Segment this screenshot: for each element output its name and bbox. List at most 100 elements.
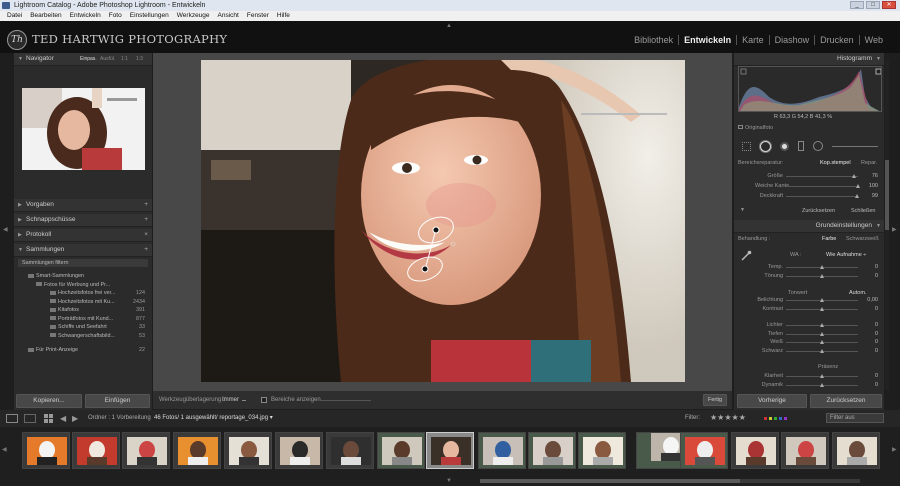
module-entwickeln[interactable]: Entwickeln <box>678 35 736 45</box>
list-item[interactable]: Für Print-Anzeige 22 <box>14 346 150 354</box>
filmstrip-thumbnail[interactable] <box>832 432 880 469</box>
rating-filter[interactable]: ★★★★★ <box>710 409 746 428</box>
maximize-button[interactable]: □ <box>866 1 880 9</box>
module-diashow[interactable]: Diashow <box>768 35 815 45</box>
filter-select[interactable]: Filter aus <box>826 413 884 423</box>
clear-history-icon[interactable]: × <box>144 229 148 241</box>
right-panel-toggle-icon[interactable]: ▶ <box>892 226 897 233</box>
zoom-fill[interactable]: Ausfül. <box>100 53 115 65</box>
spot-slider-value[interactable]: 100 <box>858 183 878 189</box>
spot-slider-value[interactable]: 99 <box>858 193 878 199</box>
copy-settings-button[interactable]: Kopieren... <box>16 394 82 408</box>
overlay-select[interactable]: Immer <box>222 391 239 409</box>
bottom-panel-toggle-icon[interactable]: ▼ <box>446 478 452 484</box>
auto-tone-button[interactable]: Autom. <box>849 290 866 296</box>
mask-dropdown-icon[interactable]: ▼ <box>740 207 745 213</box>
filmstrip-thumbnail[interactable] <box>326 432 374 469</box>
red-label-icon[interactable] <box>764 417 767 420</box>
yellow-label-icon[interactable] <box>769 417 772 420</box>
menu-fenster[interactable]: Fenster <box>243 11 273 21</box>
filmstrip-left-icon[interactable]: ◀ <box>2 446 7 453</box>
menu-foto[interactable]: Foto <box>105 11 126 21</box>
menu-hilfe[interactable]: Hilfe <box>273 11 294 21</box>
list-item[interactable]: Porträtfotos mit Kund... 877 <box>14 315 150 323</box>
navigator-header[interactable]: ▼ Navigator Einpas. Ausfül. 1:1 1:3 <box>14 53 152 66</box>
histogram[interactable] <box>738 66 882 112</box>
red-eye-tool-icon[interactable] <box>780 141 789 151</box>
basic-slider-knob[interactable] <box>819 265 824 269</box>
menu-bearbeiten[interactable]: Bearbeiten <box>26 11 65 21</box>
spot-close-button[interactable]: Schließen <box>851 208 875 214</box>
collections-filter-input[interactable]: Sammlungen filtern <box>18 259 148 268</box>
list-item[interactable]: Kitafotos 391 <box>14 306 150 314</box>
white-balance-picker-icon[interactable] <box>740 250 752 262</box>
basic-slider-value[interactable]: 0 <box>858 373 878 379</box>
reset-all-button[interactable]: Zurücksetzen <box>810 394 882 408</box>
crop-tool-icon[interactable] <box>742 141 751 151</box>
mode-clone[interactable]: Kop.stempel <box>820 160 851 166</box>
basic-slider-value[interactable]: 0 <box>858 306 878 312</box>
module-bibliothek[interactable]: Bibliothek <box>629 35 678 45</box>
basic-slider-value[interactable]: 0 <box>858 331 878 337</box>
module-drucken[interactable]: Drucken <box>814 35 859 45</box>
zoom-1-1[interactable]: 1:1 <box>121 53 128 65</box>
spot-reset-button[interactable]: Zurücksetzen <box>802 208 835 214</box>
close-button[interactable]: ✕ <box>882 1 896 9</box>
paste-settings-button[interactable]: Einfügen <box>85 394 150 408</box>
filmstrip-thumbnail[interactable] <box>224 432 272 469</box>
radial-filter-icon[interactable] <box>813 141 823 151</box>
filmstrip-thumbnail[interactable] <box>578 432 626 469</box>
right-panel-scrollbar[interactable] <box>885 60 889 390</box>
spot-slider-track[interactable] <box>786 196 858 197</box>
adjustment-brush-slider[interactable] <box>832 145 878 147</box>
basic-slider-value[interactable]: 0 <box>858 264 878 270</box>
histogram-header[interactable]: Histogramm ▼ <box>734 53 884 66</box>
top-panel-toggle-icon[interactable]: ▲ <box>446 23 452 29</box>
menu-einstellungen[interactable]: Einstellungen <box>126 11 173 21</box>
purple-label-icon[interactable] <box>784 417 787 420</box>
basic-slider-value[interactable]: 0 <box>858 382 878 388</box>
zoom-fit[interactable]: Einpas. <box>80 53 97 65</box>
done-button[interactable]: Fertig <box>703 394 727 406</box>
filmstrip-thumbnail[interactable] <box>377 432 425 469</box>
selection-info[interactable]: 46 Fotos/ 1 ausgewählt/ reportage_034.jp… <box>154 410 273 427</box>
filmstrip-right-icon[interactable]: ▶ <box>892 446 897 453</box>
list-item[interactable]: Hochzeitsfotos frei ver... 124 <box>14 289 150 297</box>
filmstrip-thumbnail[interactable] <box>680 432 728 469</box>
source-path[interactable]: Ordner : 1 Vorbereitung <box>88 410 151 427</box>
menu-datei[interactable]: Datei <box>3 11 26 21</box>
treatment-color[interactable]: Farbe <box>822 236 836 242</box>
filmstrip-thumbnail[interactable] <box>122 432 170 469</box>
spot-slider-value[interactable]: 76 <box>858 173 878 179</box>
basic-slider-value[interactable]: 0,00 <box>858 297 878 303</box>
menu-entwickeln[interactable]: Entwickeln <box>66 11 105 21</box>
left-panel-toggle-icon[interactable]: ◀ <box>3 226 8 233</box>
basic-slider-knob[interactable] <box>819 349 824 353</box>
module-karte[interactable]: Karte <box>736 35 769 45</box>
show-areas-checkbox[interactable] <box>261 397 267 403</box>
basic-slider-knob[interactable] <box>819 332 824 336</box>
treatment-bw[interactable]: Schwarzweiß <box>846 236 879 242</box>
basic-slider-value[interactable]: 0 <box>858 273 878 279</box>
original-photo-toggle[interactable]: Originalfoto <box>738 125 773 131</box>
forward-arrow-icon[interactable]: ▶ <box>72 410 78 427</box>
section-vorgaben[interactable]: ▶ Vorgaben + <box>14 199 152 212</box>
filmstrip-thumbnail[interactable] <box>781 432 829 469</box>
main-photo[interactable] <box>201 60 685 382</box>
visualize-slider[interactable] <box>321 400 371 401</box>
main-window-icon[interactable] <box>6 414 18 423</box>
filmstrip-thumbnail[interactable] <box>275 432 323 469</box>
scrollbar-thumb[interactable] <box>480 479 740 483</box>
scrollbar-thumb[interactable] <box>885 160 889 230</box>
grid-view-icon[interactable] <box>44 414 53 423</box>
list-item[interactable]: Smart-Sammlungen <box>14 272 150 280</box>
filmstrip-thumbnail[interactable] <box>731 432 779 469</box>
filmstrip-thumbnail[interactable] <box>173 432 221 469</box>
section-sammlungen[interactable]: ▼ Sammlungen + <box>14 244 152 257</box>
basic-slider-knob[interactable] <box>819 340 824 344</box>
filmstrip-thumbnail[interactable] <box>426 432 474 469</box>
basic-slider-knob[interactable] <box>819 298 824 302</box>
list-item[interactable]: Schiffe und Seefahrt 33 <box>14 323 150 331</box>
basic-slider-knob[interactable] <box>819 323 824 327</box>
filmstrip-thumbnail[interactable] <box>528 432 576 469</box>
